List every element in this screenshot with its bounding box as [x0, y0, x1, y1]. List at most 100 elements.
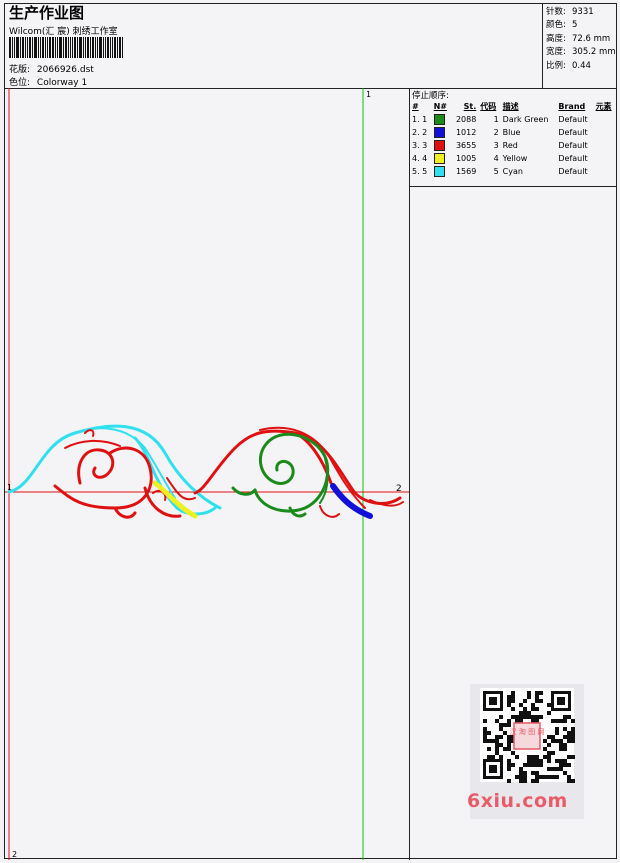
barcode-bar	[95, 37, 96, 58]
qr-module	[523, 699, 527, 703]
qr-module	[507, 779, 511, 783]
barcode-bar	[119, 37, 121, 58]
qr-module	[507, 699, 511, 703]
color-table-header: # N# St. 代码 描述 Brand 元素	[410, 100, 616, 113]
design-file-row: 花版: 2066926.dst	[9, 62, 94, 75]
qr-module	[523, 763, 527, 767]
qr-module	[571, 779, 575, 783]
row-index: 5. 5	[412, 167, 428, 176]
barcode-bar	[42, 37, 44, 58]
qr-module	[539, 699, 543, 703]
qr-module	[535, 759, 539, 763]
barcode-bar	[45, 37, 46, 58]
qr-module	[559, 719, 563, 723]
stitch-count: 2088	[455, 115, 477, 124]
qr-module	[523, 707, 527, 711]
barcode-bar	[70, 37, 71, 58]
qr-module	[507, 695, 511, 699]
qr-module	[567, 755, 571, 759]
qr-code-graphic: 汉 淘 图 网	[480, 688, 575, 783]
qr-module	[547, 759, 551, 763]
qr-module	[519, 771, 523, 775]
qr-module	[527, 711, 531, 715]
stat-height: 高度: 72.6 mm	[546, 34, 611, 44]
qr-module	[499, 715, 503, 719]
colorway-row: 色位: Colorway 1	[9, 75, 87, 88]
qr-module	[507, 719, 511, 723]
color-swatch	[432, 152, 451, 165]
barcode-bar	[55, 37, 56, 58]
color-stop-table: # N# St. 代码 描述 Brand 元素 1. 1 2088 1 Dark…	[410, 100, 616, 178]
color-code: 4	[493, 154, 499, 163]
qr-module	[483, 719, 487, 723]
qr-module	[503, 731, 507, 735]
qr-module	[527, 755, 531, 759]
qr-module	[519, 715, 523, 719]
colorway-name: Colorway 1	[36, 78, 88, 88]
qr-module	[563, 747, 567, 751]
qr-module	[507, 747, 511, 751]
bottom-guide-marker: 2	[12, 850, 17, 859]
qr-module	[571, 727, 575, 731]
barcode-bar	[90, 37, 91, 58]
qr-module	[555, 739, 559, 743]
design-file-name: 2066926.dst	[36, 65, 94, 75]
barcode-bar	[114, 37, 116, 58]
qr-module	[531, 759, 535, 763]
stat-stitches: 针数: 9331	[546, 7, 594, 17]
barcode-bar	[117, 37, 118, 58]
qr-module	[535, 775, 539, 779]
qr-module	[547, 755, 551, 759]
qr-module	[523, 715, 527, 719]
qr-module	[495, 747, 499, 751]
qr-module	[499, 727, 503, 731]
qr-module	[547, 711, 551, 715]
barcode-bar	[25, 37, 26, 58]
qr-module	[567, 735, 571, 739]
qr-module	[511, 707, 515, 711]
qr-module	[487, 731, 491, 735]
colorway-label: 色位:	[9, 78, 31, 88]
color-swatch	[432, 139, 451, 152]
barcode-bar	[27, 37, 28, 58]
qr-module	[571, 755, 575, 759]
qr-module	[555, 731, 559, 735]
software-name: Wilcom(汇 宸) 刺绣工作室	[9, 27, 118, 37]
color-description: Yellow	[502, 154, 528, 163]
qr-module	[483, 735, 487, 739]
barcode-bar	[103, 37, 104, 58]
qr-module	[535, 755, 539, 759]
stitch-count: 1012	[455, 128, 477, 137]
barcode-bar	[16, 37, 19, 58]
qr-module	[555, 727, 559, 731]
qr-module	[563, 735, 567, 739]
qr-module	[515, 755, 519, 759]
qr-module	[483, 727, 487, 731]
barcode-bar	[63, 37, 64, 58]
qr-module	[499, 755, 503, 759]
qr-module	[571, 739, 575, 743]
qr-module	[511, 699, 515, 703]
color-code: 2	[493, 128, 499, 137]
barcode-bar	[74, 37, 76, 58]
qr-module	[531, 771, 535, 775]
qr-module	[491, 739, 495, 743]
qr-module	[483, 739, 487, 743]
qr-module	[519, 767, 523, 771]
color-description: Blue	[502, 128, 521, 137]
watermark-site: 6xiu.com	[467, 790, 568, 812]
qr-module	[559, 763, 563, 767]
barcode-bar	[57, 37, 58, 58]
qr-module	[487, 747, 491, 751]
worksheet-title: 生产作业图	[9, 4, 85, 22]
color-brand: Default	[558, 141, 588, 150]
barcode-bar	[97, 37, 98, 58]
qr-module	[527, 763, 531, 767]
qr-module	[535, 707, 539, 711]
qr-module	[499, 735, 503, 739]
barcode-bar	[38, 37, 39, 58]
qr-module	[511, 763, 515, 767]
barcode-bar	[12, 37, 13, 58]
qr-module	[531, 703, 535, 707]
color-brand: Default	[558, 167, 588, 176]
